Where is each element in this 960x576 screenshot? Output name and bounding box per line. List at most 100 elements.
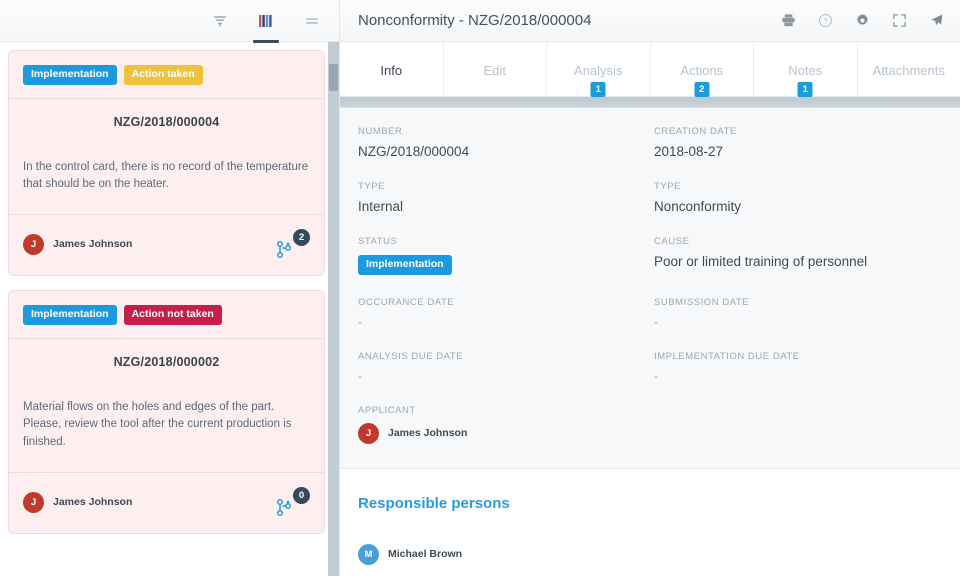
- gear-icon[interactable]: [852, 11, 872, 31]
- field-value: Internal: [358, 199, 646, 214]
- list-scrollbar-thumb[interactable]: [329, 64, 338, 91]
- owner-name: James Johnson: [53, 238, 132, 250]
- tab-analysis[interactable]: Analysis 1: [547, 42, 651, 96]
- avatar: J: [358, 423, 379, 444]
- actions-count-badge: 2: [293, 229, 310, 246]
- owner-name: James Johnson: [53, 496, 132, 508]
- field-value: 2018-08-27: [654, 144, 942, 159]
- field-value: -: [654, 369, 942, 383]
- list-view-icon[interactable]: [297, 6, 327, 36]
- field-label: CAUSE: [654, 236, 942, 247]
- info-fields-card: NUMBER NZG/2018/000004 CREATION DATE 201…: [340, 108, 960, 468]
- record-card-description: Material flows on the holes and edges of…: [23, 399, 310, 452]
- svg-text:?: ?: [823, 17, 827, 26]
- record-card-description: In the control card, there is no record …: [23, 159, 310, 195]
- tab-attachments[interactable]: Attachments: [858, 42, 960, 96]
- fullscreen-icon[interactable]: [889, 11, 909, 31]
- status-badge: Implementation: [358, 255, 452, 275]
- record-card-badges: Implementation Action taken: [9, 51, 324, 99]
- tabs-shadow-divider: [340, 97, 960, 108]
- record-card-actions-count[interactable]: 0: [276, 487, 310, 517]
- detail-header: Nonconformity - NZG/2018/000004 ?: [340, 0, 960, 42]
- field-type-internal: TYPE Internal: [358, 181, 646, 214]
- field-value: -: [358, 369, 646, 383]
- tab-actions[interactable]: Actions 2: [651, 42, 755, 96]
- tab-label: Analysis: [574, 63, 622, 78]
- avatar: J: [23, 492, 44, 513]
- record-card-body: NZG/2018/000002 Material flows on the ho…: [9, 339, 324, 473]
- info-field-grid: NUMBER NZG/2018/000004 CREATION DATE 201…: [358, 126, 942, 450]
- tab-label: Notes: [788, 63, 822, 78]
- tab-info[interactable]: Info: [340, 42, 444, 96]
- record-card-owner: J James Johnson: [23, 234, 132, 255]
- tab-count-badge: 2: [694, 82, 709, 97]
- field-label: IMPLEMENTATION DUE DATE: [654, 351, 942, 362]
- avatar: M: [358, 544, 379, 565]
- tab-edit[interactable]: Edit: [444, 42, 548, 96]
- send-icon[interactable]: [926, 11, 946, 31]
- app-root: Implementation Action taken NZG/2018/000…: [0, 0, 960, 576]
- record-card-title: NZG/2018/000002: [23, 355, 310, 369]
- field-label: TYPE: [654, 181, 942, 192]
- field-applicant: APPLICANT J James Johnson: [358, 405, 942, 444]
- kanban-columns-icon[interactable]: [251, 6, 281, 36]
- tab-count-badge: 1: [798, 82, 813, 97]
- records-list-panel: Implementation Action taken NZG/2018/000…: [0, 0, 340, 576]
- record-card[interactable]: Implementation Action not taken NZG/2018…: [8, 290, 325, 534]
- record-card-actions-count[interactable]: 2: [276, 229, 310, 259]
- tab-label: Info: [380, 63, 402, 78]
- detail-panel: Nonconformity - NZG/2018/000004 ?: [340, 0, 960, 576]
- field-cause: CAUSE Poor or limited training of person…: [654, 236, 942, 275]
- action-badge: Action taken: [124, 65, 203, 85]
- detail-header-actions: ?: [778, 11, 946, 31]
- tab-label: Attachments: [873, 63, 945, 78]
- field-label: CREATION DATE: [654, 126, 942, 137]
- page-title: Nonconformity - NZG/2018/000004: [358, 12, 778, 29]
- status-badge: Implementation: [23, 65, 117, 85]
- action-badge: Action not taken: [124, 305, 222, 325]
- responsible-person: M Michael Brown: [358, 544, 942, 565]
- field-value: NZG/2018/000004: [358, 144, 646, 159]
- responsible-persons-section: Responsible persons M Michael Brown: [340, 469, 960, 576]
- responsible-person-name: Michael Brown: [388, 548, 462, 560]
- detail-tabs: Info Edit Analysis 1 Actions 2 Notes 1 A…: [340, 42, 960, 97]
- printer-icon[interactable]: [778, 11, 798, 31]
- branch-plus-icon[interactable]: [276, 498, 293, 517]
- filter-icon[interactable]: [205, 6, 235, 36]
- tab-notes[interactable]: Notes 1: [754, 42, 858, 96]
- field-label: APPLICANT: [358, 405, 942, 416]
- field-creation-date: CREATION DATE 2018-08-27: [654, 126, 942, 159]
- responsible-persons-title: Responsible persons: [358, 495, 942, 512]
- field-label: STATUS: [358, 236, 646, 247]
- record-card-title: NZG/2018/000004: [23, 115, 310, 129]
- tab-label: Edit: [484, 63, 506, 78]
- field-value: -: [654, 315, 942, 329]
- list-toolbar: [0, 0, 339, 42]
- field-label: OCCURANCE DATE: [358, 297, 646, 308]
- field-label: SUBMISSION DATE: [654, 297, 942, 308]
- field-label: NUMBER: [358, 126, 646, 137]
- tab-count-badge: 1: [591, 82, 606, 97]
- applicant-person: J James Johnson: [358, 423, 942, 444]
- field-implementation-due-date: IMPLEMENTATION DUE DATE -: [654, 351, 942, 383]
- record-card-footer: J James Johnson: [9, 215, 324, 275]
- list-scrollbar[interactable]: [328, 42, 339, 576]
- record-card[interactable]: Implementation Action taken NZG/2018/000…: [8, 50, 325, 276]
- help-circle-icon[interactable]: ?: [815, 11, 835, 31]
- field-number: NUMBER NZG/2018/000004: [358, 126, 646, 159]
- record-card-footer: J James Johnson: [9, 473, 324, 533]
- field-submission-date: SUBMISSION DATE -: [654, 297, 942, 329]
- field-value: Poor or limited training of personnel: [654, 254, 942, 269]
- detail-content[interactable]: NUMBER NZG/2018/000004 CREATION DATE 201…: [340, 108, 960, 576]
- branch-plus-icon[interactable]: [276, 240, 293, 259]
- field-value: -: [358, 315, 646, 329]
- field-value: Nonconformity: [654, 199, 942, 214]
- field-label: ANALYSIS DUE DATE: [358, 351, 646, 362]
- record-card-owner: J James Johnson: [23, 492, 132, 513]
- field-analysis-due-date: ANALYSIS DUE DATE -: [358, 351, 646, 383]
- field-occurance-date: OCCURANCE DATE -: [358, 297, 646, 329]
- applicant-name: James Johnson: [388, 427, 467, 439]
- records-card-list[interactable]: Implementation Action taken NZG/2018/000…: [0, 42, 339, 576]
- actions-count-badge: 0: [293, 487, 310, 504]
- field-label: TYPE: [358, 181, 646, 192]
